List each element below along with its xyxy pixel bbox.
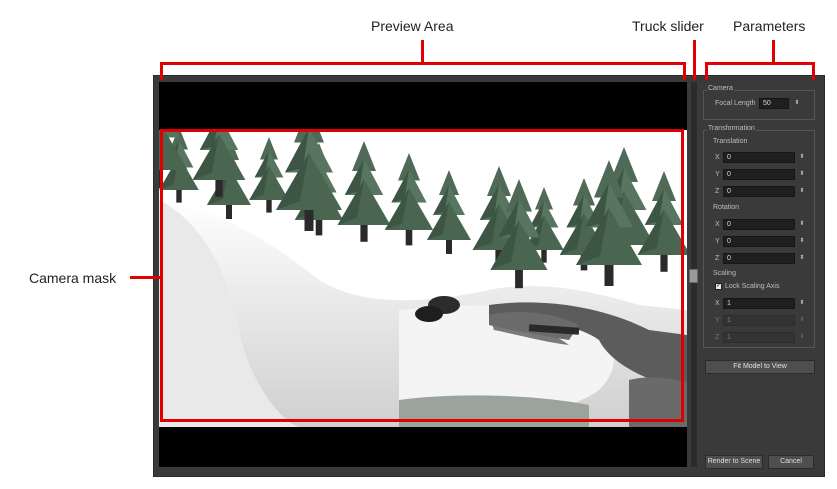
lock-scaling-label: Lock Scaling Axis: [725, 283, 780, 290]
scaling-z-input: 1: [723, 332, 795, 343]
lock-scaling-checkbox[interactable]: ✓: [715, 283, 722, 290]
scaling-label: Scaling: [713, 270, 736, 277]
rotation-x-input[interactable]: 0: [723, 219, 795, 230]
translation-x-input[interactable]: 0: [723, 152, 795, 163]
scaling-y-input: 1: [723, 315, 795, 326]
rotation-x-label: X: [715, 221, 720, 228]
parameters-bracket-stem: [772, 40, 775, 64]
focal-length-input[interactable]: 50: [759, 98, 789, 109]
translation-z-input[interactable]: 0: [723, 186, 795, 197]
scaling-x-spinner-icon[interactable]: ⬍: [798, 298, 806, 308]
rotation-z-input[interactable]: 0: [723, 253, 795, 264]
translation-y-label: Y: [715, 171, 720, 178]
parameters-bracket: [705, 62, 815, 65]
parameters-panel: Camera Focal Length 50 ⬍ Transformation …: [701, 82, 819, 471]
translation-z-spinner-icon[interactable]: ⬍: [798, 186, 806, 196]
rotation-x-spinner-icon[interactable]: ⬍: [798, 219, 806, 229]
preview-area-bracket-left: [160, 62, 163, 80]
parameters-bracket-right: [812, 62, 815, 80]
camera-mask-pointer: [130, 276, 160, 279]
rotation-z-label: Z: [715, 255, 720, 262]
rotation-y-label: Y: [715, 238, 720, 245]
truck-slider-callout: Truck slider: [632, 18, 704, 34]
cancel-button[interactable]: Cancel: [768, 455, 814, 469]
translation-label: Translation: [713, 138, 748, 145]
translation-z-label: Z: [715, 188, 720, 195]
rotation-y-spinner-icon[interactable]: ⬍: [798, 236, 806, 246]
forest-scene-image: [159, 130, 687, 427]
fit-model-to-view-button[interactable]: Fit Model to View: [705, 360, 815, 374]
scaling-x-input[interactable]: 1: [723, 298, 795, 309]
transformation-group-label: Transformation: [707, 125, 756, 132]
translation-y-input[interactable]: 0: [723, 169, 795, 180]
parameters-callout: Parameters: [733, 18, 806, 34]
translation-x-label: X: [715, 154, 720, 161]
render-to-scene-button[interactable]: Render to Scene: [705, 455, 763, 469]
camera-mask-callout: Camera mask: [29, 270, 117, 286]
focal-length-spinner-icon[interactable]: ⬍: [793, 98, 801, 108]
preview-area-bracket-right: [683, 62, 686, 80]
translation-x-spinner-icon[interactable]: ⬍: [798, 152, 806, 162]
preview-area-callout: Preview Area: [371, 18, 454, 34]
scaling-y-label: Y: [715, 317, 720, 324]
camera-group-label: Camera: [707, 85, 734, 92]
scaling-z-spinner-icon: ⬍: [799, 334, 805, 340]
truck-slider-handle[interactable]: [689, 269, 698, 283]
preview-area[interactable]: [159, 82, 687, 467]
parameters-bracket-left: [705, 62, 708, 80]
preview-area-bracket-stem: [421, 40, 424, 64]
scene-render: [159, 130, 687, 427]
truck-slider-pointer: [693, 40, 696, 80]
translation-y-spinner-icon[interactable]: ⬍: [798, 169, 806, 179]
scaling-y-spinner-icon: ⬍: [799, 317, 805, 323]
rotation-label: Rotation: [713, 204, 740, 211]
rotation-y-input[interactable]: 0: [723, 236, 795, 247]
rotation-z-spinner-icon[interactable]: ⬍: [798, 253, 806, 263]
scaling-z-label: Z: [715, 334, 720, 341]
scaling-x-label: X: [715, 300, 720, 307]
focal-length-label: Focal Length: [715, 100, 756, 107]
